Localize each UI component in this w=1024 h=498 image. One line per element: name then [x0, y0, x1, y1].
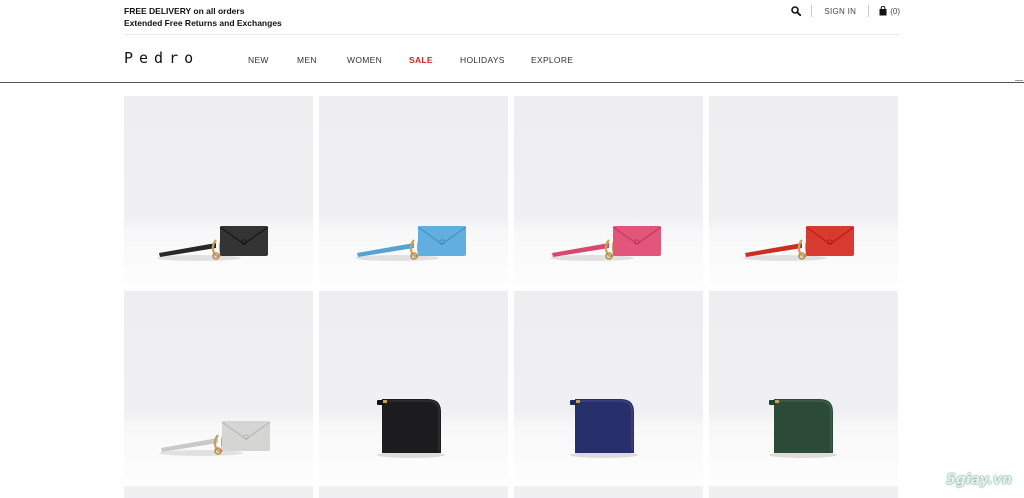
nav-men[interactable]: MEN [297, 55, 317, 65]
product-image [157, 226, 269, 261]
sign-in-link[interactable]: SIGN IN [812, 7, 868, 16]
zip-wallet [769, 399, 837, 458]
product-image [743, 226, 855, 261]
envelope-body [418, 226, 466, 256]
product-card[interactable] [124, 486, 313, 498]
wrist-strap [161, 438, 218, 452]
scroll-indicator [1015, 80, 1023, 81]
product-image [355, 226, 467, 261]
promo-banner: FREE DELIVERY on all orders Extended Fre… [124, 5, 282, 29]
brand-logo[interactable]: Pedro [124, 49, 199, 67]
envelope-card-holder [157, 226, 269, 261]
zipper-pull [570, 400, 577, 405]
zipper-slider [383, 400, 387, 403]
product-image [570, 399, 638, 458]
header-border [0, 82, 1024, 83]
product-card[interactable] [514, 96, 703, 285]
product-card[interactable] [319, 291, 508, 480]
nav-sale[interactable]: SALE [409, 55, 433, 65]
cart-count: (0) [890, 6, 900, 16]
promo-free-returns: Extended Free Returns and Exchanges [124, 18, 282, 28]
envelope-body [613, 226, 661, 256]
product-card[interactable] [709, 486, 898, 498]
envelope-card-holder [550, 226, 662, 261]
envelope-card-holder [159, 421, 271, 456]
zipper-slider [576, 400, 580, 403]
product-card[interactable] [319, 486, 508, 498]
product-image [769, 399, 837, 458]
product-image [550, 226, 662, 261]
wrist-strap [745, 243, 802, 257]
product-card[interactable] [514, 486, 703, 498]
shopping-bag-icon [879, 6, 887, 16]
zip-wallet [570, 399, 638, 458]
search-icon [791, 6, 802, 16]
promo-free-delivery: FREE DELIVERY on all orders [124, 6, 245, 16]
product-image [377, 399, 445, 458]
wallet-body [575, 399, 634, 453]
product-card[interactable] [319, 96, 508, 285]
zipper-slider [775, 400, 779, 403]
product-card[interactable] [124, 96, 313, 285]
wallet-body [774, 399, 833, 453]
product-card[interactable] [709, 96, 898, 285]
product-card[interactable] [514, 291, 703, 480]
wallet-body [382, 399, 441, 453]
envelope-body [222, 421, 270, 451]
nav-explore[interactable]: EXPLORE [531, 55, 573, 65]
top-divider [124, 34, 900, 35]
search-button[interactable] [791, 5, 813, 17]
nav-holidays[interactable]: HOLIDAYS [460, 55, 505, 65]
wrist-strap [552, 243, 609, 257]
envelope-body [806, 226, 854, 256]
product-card[interactable] [124, 291, 313, 480]
nav-women[interactable]: WOMEN [347, 55, 382, 65]
envelope-body [220, 226, 268, 256]
wrist-strap [357, 243, 414, 257]
nav-new[interactable]: NEW [248, 55, 269, 65]
product-image [159, 421, 271, 456]
utility-bar: SIGN IN (0) [791, 5, 900, 17]
site-watermark: 5giay.vn [946, 472, 1012, 488]
product-grid [124, 96, 900, 480]
product-card[interactable] [709, 291, 898, 480]
zipper-pull [769, 400, 776, 405]
cart-button[interactable]: (0) [868, 5, 900, 17]
envelope-card-holder [355, 226, 467, 261]
product-grid-next-row [124, 486, 900, 498]
envelope-card-holder [743, 226, 855, 261]
zipper-pull [377, 400, 384, 405]
zip-wallet [377, 399, 445, 458]
wrist-strap [159, 243, 216, 257]
